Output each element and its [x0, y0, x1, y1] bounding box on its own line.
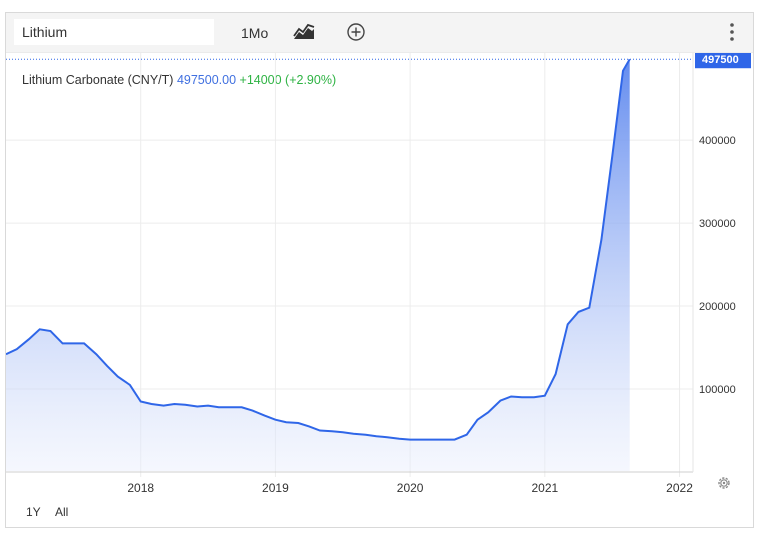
- last-price-label: 497500: [702, 54, 739, 66]
- chart-widget: 1Mo Lithium Carbonate (CNY/T) 497500.00 …: [5, 12, 754, 528]
- symbol-search-input[interactable]: [14, 19, 214, 45]
- y-tick-label: 400000: [699, 135, 736, 147]
- x-tick-label: 2021: [531, 481, 558, 493]
- toolbar: 1Mo: [6, 13, 753, 53]
- x-tick-label: 2022: [666, 481, 693, 493]
- series-area: [6, 59, 630, 471]
- price-chart[interactable]: 100000 200000 300000 400000 2018 2019 2020 2021…: [6, 53, 753, 493]
- gear-icon[interactable]: [716, 475, 732, 491]
- y-tick-label: 300000: [699, 218, 736, 230]
- x-tick-label: 2020: [397, 481, 424, 493]
- x-tick-label: 2018: [127, 481, 154, 493]
- area-chart-icon[interactable]: [292, 23, 316, 41]
- range-1y-button[interactable]: 1Y: [26, 505, 41, 519]
- add-circle-icon[interactable]: [346, 22, 366, 42]
- more-vertical-icon[interactable]: [729, 22, 735, 42]
- x-tick-label: 2019: [262, 481, 289, 493]
- period-button[interactable]: 1Mo: [241, 25, 268, 41]
- y-tick-label: 100000: [699, 384, 736, 396]
- y-tick-label: 200000: [699, 301, 736, 313]
- range-all-button[interactable]: All: [55, 505, 68, 519]
